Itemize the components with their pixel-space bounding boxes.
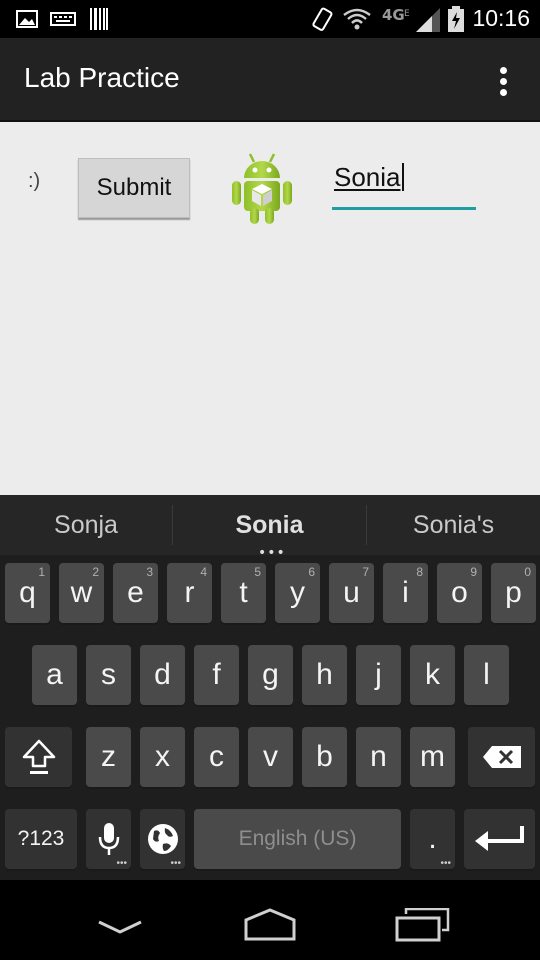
back-icon[interactable] bbox=[96, 918, 144, 938]
period-key[interactable]: . ••• bbox=[410, 809, 455, 869]
microphone-icon bbox=[98, 823, 119, 855]
enter-key[interactable] bbox=[464, 809, 535, 869]
globe-icon bbox=[147, 824, 178, 854]
name-input[interactable]: Sonia bbox=[332, 158, 476, 210]
4g-icon: 4G E bbox=[382, 6, 410, 24]
voice-input-key[interactable]: ••• bbox=[86, 809, 131, 869]
recents-icon[interactable] bbox=[394, 908, 450, 944]
key-n[interactable]: n bbox=[356, 727, 401, 787]
shift-key[interactable] bbox=[5, 727, 72, 787]
home-icon[interactable] bbox=[240, 908, 300, 942]
key-hint: 4 bbox=[200, 565, 207, 579]
key-label: w bbox=[70, 576, 93, 609]
suggestion-item[interactable]: Sonja bbox=[0, 511, 172, 540]
key-w[interactable]: w2 bbox=[59, 563, 104, 623]
backspace-icon bbox=[482, 746, 521, 768]
text-cursor bbox=[401, 163, 404, 191]
key-label: t bbox=[239, 576, 248, 609]
submit-button[interactable]: Submit bbox=[78, 158, 190, 218]
symbols-key[interactable]: ?123 bbox=[5, 809, 77, 869]
key-g[interactable]: g bbox=[248, 645, 293, 705]
key-f[interactable]: f bbox=[194, 645, 239, 705]
wifi-icon bbox=[343, 8, 371, 30]
key-o[interactable]: o9 bbox=[437, 563, 482, 623]
signal-icon bbox=[416, 8, 440, 32]
key-p[interactable]: p0 bbox=[491, 563, 536, 623]
key-label: y bbox=[290, 576, 305, 609]
key-label: i bbox=[402, 576, 409, 609]
key-hint: 0 bbox=[524, 565, 531, 579]
key-e[interactable]: e3 bbox=[113, 563, 158, 623]
key-hint: 7 bbox=[362, 565, 369, 579]
key-r[interactable]: r4 bbox=[167, 563, 212, 623]
key-x[interactable]: x bbox=[140, 727, 185, 787]
key-v[interactable]: v bbox=[248, 727, 293, 787]
key-t[interactable]: t5 bbox=[221, 563, 266, 623]
overflow-menu-icon[interactable] bbox=[492, 64, 516, 100]
key-a[interactable]: a bbox=[32, 645, 77, 705]
key-hint: 2 bbox=[92, 565, 99, 579]
key-hint: 8 bbox=[416, 565, 423, 579]
key-label: q bbox=[19, 576, 36, 609]
key-y[interactable]: y6 bbox=[275, 563, 320, 623]
key-label: o bbox=[451, 576, 468, 609]
key-hint: 1 bbox=[38, 565, 45, 579]
key-b[interactable]: b bbox=[302, 727, 347, 787]
key-hint: 3 bbox=[146, 565, 153, 579]
enter-icon bbox=[474, 826, 524, 851]
key-label: u bbox=[343, 576, 360, 609]
action-bar: Lab Practice bbox=[0, 38, 540, 122]
key-more-dots: ••• bbox=[170, 858, 181, 869]
key-i[interactable]: i8 bbox=[383, 563, 428, 623]
soft-keyboard: Sonja Sonia Sonia's ••• q1 w2 e3 r4 t5 y… bbox=[0, 495, 540, 880]
shift-icon bbox=[22, 739, 55, 774]
key-label: p bbox=[505, 576, 522, 609]
key-s[interactable]: s bbox=[86, 645, 131, 705]
more-suggestions-icon[interactable]: ••• bbox=[258, 545, 286, 561]
name-input-value: Sonia bbox=[334, 162, 404, 193]
key-hint: 6 bbox=[308, 565, 315, 579]
smiley-label: :) bbox=[28, 170, 41, 192]
barcode-icon bbox=[90, 8, 108, 30]
name-input-underline bbox=[332, 207, 476, 210]
key-label: r bbox=[184, 576, 195, 609]
key-h[interactable]: h bbox=[302, 645, 347, 705]
android-robot-icon[interactable] bbox=[228, 150, 296, 226]
key-k[interactable]: k bbox=[410, 645, 455, 705]
suggestion-strip: Sonja Sonia Sonia's ••• bbox=[0, 495, 540, 561]
language-key[interactable]: ••• bbox=[140, 809, 185, 869]
status-bar: 4G E 10:16 bbox=[0, 0, 540, 38]
app-title: Lab Practice bbox=[24, 62, 180, 93]
navigation-bar bbox=[0, 880, 540, 960]
key-label: . bbox=[428, 822, 437, 855]
backspace-key[interactable] bbox=[468, 727, 535, 787]
key-j[interactable]: j bbox=[356, 645, 401, 705]
key-hint: 9 bbox=[470, 565, 477, 579]
image-icon bbox=[16, 10, 38, 28]
suggestion-item[interactable]: Sonia's bbox=[367, 511, 540, 540]
key-d[interactable]: d bbox=[140, 645, 185, 705]
space-bar[interactable]: English (US) bbox=[194, 809, 401, 869]
key-c[interactable]: c bbox=[194, 727, 239, 787]
status-time: 10:16 bbox=[472, 5, 530, 31]
key-more-dots: ••• bbox=[116, 858, 127, 869]
key-l[interactable]: l bbox=[464, 645, 509, 705]
key-z[interactable]: z bbox=[86, 727, 131, 787]
svg-text:E: E bbox=[404, 9, 410, 19]
key-hint: 5 bbox=[254, 565, 261, 579]
svg-text:4G: 4G bbox=[382, 6, 405, 24]
key-u[interactable]: u7 bbox=[329, 563, 374, 623]
key-label: e bbox=[127, 576, 144, 609]
key-more-dots: ••• bbox=[440, 858, 451, 869]
battery-charging-icon bbox=[448, 6, 464, 32]
vibrate-icon bbox=[312, 7, 333, 31]
key-q[interactable]: q1 bbox=[5, 563, 50, 623]
key-m[interactable]: m bbox=[410, 727, 455, 787]
keyboard-icon bbox=[50, 12, 76, 26]
suggestion-item[interactable]: Sonia bbox=[173, 511, 366, 540]
content-area: :) Submit Sonia bbox=[0, 122, 540, 495]
